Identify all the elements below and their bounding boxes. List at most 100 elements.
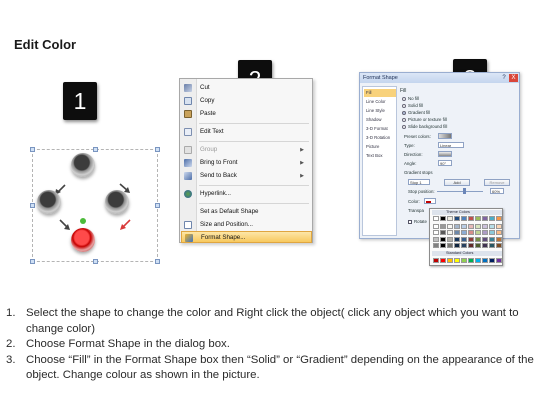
theme-color-swatch[interactable] — [447, 223, 453, 229]
theme-color-swatch[interactable] — [489, 243, 495, 248]
rotate-checkbox[interactable] — [408, 220, 412, 224]
theme-color-swatch[interactable] — [454, 243, 460, 248]
menu-item-format-shape[interactable]: Format Shape... — [181, 231, 312, 243]
theme-color-swatch[interactable] — [468, 216, 474, 221]
nav-line-style[interactable]: Line Style — [364, 107, 396, 115]
theme-color-swatch[interactable] — [433, 243, 439, 248]
menu-item-cut[interactable]: Cut — [181, 82, 312, 94]
menu-item-send-to-back[interactable]: Send to Back ▶ — [181, 170, 312, 182]
nav-fill[interactable]: Fill — [364, 89, 396, 97]
theme-color-swatch[interactable] — [496, 216, 502, 221]
theme-color-swatch[interactable] — [496, 230, 502, 235]
theme-color-swatch[interactable] — [454, 216, 460, 221]
menu-item-copy[interactable]: Copy — [181, 95, 312, 107]
theme-color-swatch[interactable] — [468, 230, 474, 235]
theme-color-swatch[interactable] — [475, 230, 481, 235]
radio-slide-background-fill[interactable] — [402, 125, 406, 129]
theme-color-swatch[interactable] — [489, 223, 495, 229]
theme-color-swatch[interactable] — [440, 236, 446, 242]
theme-color-swatch[interactable] — [496, 236, 502, 242]
stop-dropdown[interactable]: Stop 1 — [408, 179, 430, 185]
theme-color-swatch[interactable] — [482, 223, 488, 229]
theme-color-swatch[interactable] — [461, 236, 467, 242]
add-stop-button[interactable]: Add — [444, 179, 470, 186]
theme-color-swatch[interactable] — [440, 223, 446, 229]
nav-picture[interactable]: Picture — [364, 143, 396, 151]
preset-colors-dropdown[interactable] — [438, 133, 452, 139]
radio-no-fill[interactable] — [402, 97, 406, 101]
theme-color-swatch[interactable] — [461, 230, 467, 235]
menu-item-size-position[interactable]: Size and Position... — [181, 219, 312, 231]
theme-color-swatch[interactable] — [475, 243, 481, 248]
theme-color-swatch[interactable] — [468, 243, 474, 248]
nav-3d-format[interactable]: 3-D Format — [364, 125, 396, 133]
theme-color-swatch[interactable] — [489, 230, 495, 235]
theme-color-swatch[interactable] — [440, 216, 446, 221]
theme-color-swatch[interactable] — [489, 236, 495, 242]
circle-node-left[interactable] — [37, 190, 61, 214]
nav-3d-rotation[interactable]: 3-D Rotation — [364, 134, 396, 142]
direction-dropdown[interactable] — [438, 151, 452, 157]
stop-position-input[interactable]: 60% — [490, 188, 504, 194]
theme-color-swatch[interactable] — [461, 243, 467, 248]
theme-color-swatch[interactable] — [454, 236, 460, 242]
type-dropdown[interactable]: Linear — [438, 142, 464, 148]
circle-node-selected-red[interactable] — [71, 228, 95, 252]
help-button[interactable]: ? — [500, 74, 508, 82]
standard-color-swatch[interactable] — [475, 258, 481, 263]
theme-color-swatch[interactable] — [496, 223, 502, 229]
standard-color-swatch[interactable] — [489, 258, 495, 263]
radio-solid-fill[interactable] — [402, 104, 406, 108]
standard-color-swatch[interactable] — [461, 258, 467, 263]
nav-shadow[interactable]: Shadow — [364, 116, 396, 124]
theme-color-swatch[interactable] — [482, 216, 488, 221]
menu-item-set-default-shape[interactable]: Set as Default Shape — [181, 206, 312, 218]
standard-color-swatch[interactable] — [496, 258, 502, 263]
rotation-handle[interactable] — [80, 218, 86, 224]
theme-color-swatch[interactable] — [475, 223, 481, 229]
standard-color-swatch[interactable] — [433, 258, 439, 263]
theme-color-swatch[interactable] — [433, 236, 439, 242]
standard-color-swatch[interactable] — [468, 258, 474, 263]
circle-node-top[interactable] — [71, 153, 95, 177]
nav-line-color[interactable]: Line Color — [364, 98, 396, 106]
menu-item-bring-to-front[interactable]: Bring to Front ▶ — [181, 157, 312, 169]
theme-color-swatch[interactable] — [475, 236, 481, 242]
theme-color-swatch[interactable] — [468, 236, 474, 242]
standard-color-swatch[interactable] — [447, 258, 453, 263]
close-button[interactable]: X — [509, 74, 518, 82]
theme-color-swatch[interactable] — [440, 230, 446, 235]
theme-color-swatch[interactable] — [447, 230, 453, 235]
standard-color-swatch[interactable] — [482, 258, 488, 263]
theme-color-swatch[interactable] — [447, 243, 453, 248]
theme-color-swatch[interactable] — [475, 216, 481, 221]
menu-item-paste[interactable]: Paste — [181, 108, 312, 120]
theme-color-swatch[interactable] — [454, 223, 460, 229]
theme-color-swatch[interactable] — [482, 230, 488, 235]
theme-color-swatch[interactable] — [482, 236, 488, 242]
theme-color-swatch[interactable] — [447, 216, 453, 221]
theme-color-swatch[interactable] — [433, 230, 439, 235]
theme-color-swatch[interactable] — [468, 223, 474, 229]
menu-item-edit-text[interactable]: Edit Text — [181, 126, 312, 138]
standard-color-swatch[interactable] — [454, 258, 460, 263]
standard-color-swatch[interactable] — [440, 258, 446, 263]
circle-node-right[interactable] — [105, 190, 129, 214]
theme-color-swatch[interactable] — [496, 243, 502, 248]
theme-color-swatch[interactable] — [433, 216, 439, 221]
theme-color-swatch[interactable] — [433, 223, 439, 229]
theme-color-swatch[interactable] — [454, 230, 460, 235]
theme-color-swatch[interactable] — [440, 243, 446, 248]
radio-gradient-fill[interactable] — [402, 111, 406, 115]
theme-color-swatch[interactable] — [489, 216, 495, 221]
nav-text-box[interactable]: Text Box — [364, 152, 396, 160]
radio-picture-fill[interactable] — [402, 118, 406, 122]
theme-color-swatch[interactable] — [461, 216, 467, 221]
color-dropdown[interactable] — [424, 198, 436, 204]
theme-color-swatch[interactable] — [447, 236, 453, 242]
menu-item-hyperlink[interactable]: Hyperlink... — [181, 188, 312, 200]
theme-color-swatch[interactable] — [482, 243, 488, 248]
angle-input[interactable]: 90° — [438, 160, 452, 166]
stop-position-slider-thumb[interactable] — [463, 188, 466, 194]
theme-color-swatch[interactable] — [461, 223, 467, 229]
